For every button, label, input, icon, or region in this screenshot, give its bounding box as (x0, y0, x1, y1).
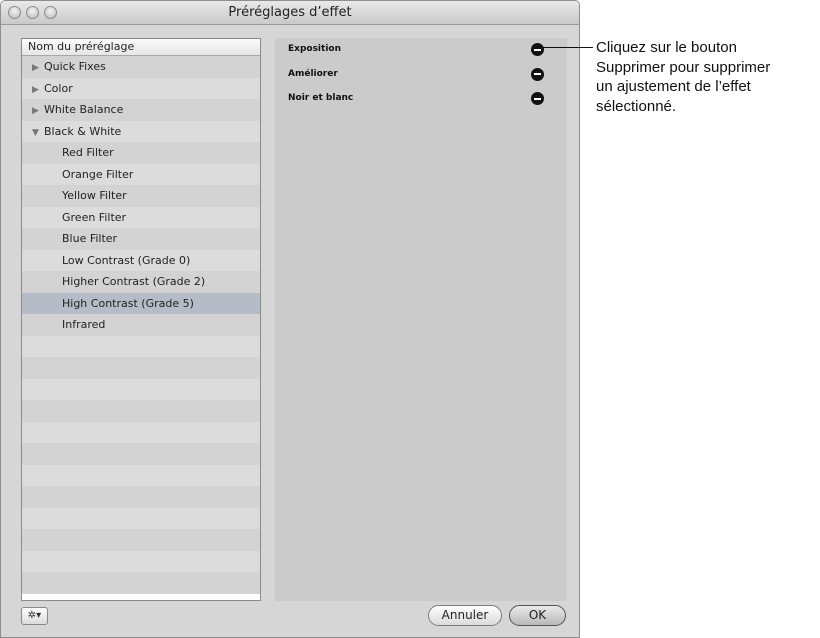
cancel-button[interactable]: Annuler (428, 605, 502, 626)
preset-label: White Balance (44, 103, 124, 116)
preset-label: Yellow Filter (62, 189, 127, 202)
adjustment-row: Exposition (275, 38, 567, 63)
window-title: Préréglages d’effet (228, 5, 352, 20)
empty-row (22, 464, 260, 486)
preset-row[interactable]: Yellow Filter (22, 185, 260, 207)
preset-label: Higher Contrast (Grade 2) (62, 275, 206, 288)
effect-presets-window: Préréglages d’effet Nom du préréglage ▶ Q… (0, 0, 580, 638)
preset-row[interactable]: High Contrast (Grade 5) (22, 292, 260, 314)
preset-label: Black & White (44, 124, 122, 138)
preset-row[interactable]: Infrared (22, 314, 260, 336)
empty-row (22, 378, 260, 400)
callout-line: sélectionné. (596, 97, 677, 115)
adjustments-panel: Exposition Améliorer Noir et blanc (275, 38, 567, 601)
preset-label: Low Contrast (Grade 0) (62, 253, 191, 267)
gear-icon: ✲▾ (27, 610, 42, 621)
empty-row (22, 550, 260, 572)
preset-label: Green Filter (62, 210, 127, 224)
preset-label: Blue Filter (62, 232, 118, 245)
adjustment-row: Améliorer (275, 63, 567, 88)
list-column-header[interactable]: Nom du préréglage (22, 39, 260, 56)
preset-group-row[interactable]: ▶ Quick Fixes (22, 56, 260, 78)
callout-line: Cliquez sur le bouton (596, 39, 737, 56)
adjustment-row: Noir et blanc (275, 87, 567, 112)
adjustment-label: Améliorer (288, 68, 338, 79)
preset-row[interactable]: Red Filter (22, 142, 260, 164)
disclosure-triangle-down-icon[interactable]: ▼ (32, 123, 44, 145)
preset-label: Infrared (62, 318, 106, 331)
callout-line: un ajustement de l’effet (596, 78, 751, 95)
preset-row[interactable]: Low Contrast (Grade 0) (22, 249, 260, 271)
preset-row[interactable]: Orange Filter (22, 163, 260, 185)
preset-label: Quick Fixes (44, 60, 106, 73)
preset-group-row[interactable]: ▶ Color (22, 77, 260, 102)
adjustment-label: Exposition (288, 44, 341, 54)
disclosure-triangle-right-icon[interactable]: ▶ (32, 58, 44, 80)
remove-adjustment-button[interactable] (531, 67, 544, 81)
title-bar: Préréglages d’effet (1, 1, 579, 25)
preset-group-row[interactable]: ▶ White Balance (22, 99, 260, 121)
preset-rows: ▶ Quick Fixes ▶ Color ▶ White Balance ▼ Black &… (22, 56, 260, 594)
empty-row (22, 400, 260, 422)
preset-label: Color (44, 81, 73, 95)
empty-row (22, 529, 260, 551)
action-menu-button[interactable]: ✲▾ (21, 607, 48, 625)
remove-adjustment-button[interactable] (531, 92, 544, 105)
remove-adjustment-button[interactable] (531, 43, 544, 56)
preset-row[interactable]: Higher Contrast (Grade 2) (22, 271, 260, 293)
preset-list: Nom du préréglage ▶ Quick Fixes ▶ Color ▶ Whi… (21, 38, 261, 601)
empty-row (22, 507, 260, 529)
empty-row (22, 443, 260, 465)
disclosure-triangle-right-icon[interactable]: ▶ (32, 80, 44, 102)
empty-row (22, 421, 260, 443)
adjustment-label: Noir et blanc (288, 93, 354, 103)
empty-row (22, 486, 260, 508)
preset-label: Red Filter (62, 146, 114, 159)
callout-leader-line (541, 47, 593, 48)
preset-group-row[interactable]: ▼ Black & White (22, 120, 260, 145)
preset-row[interactable]: Green Filter (22, 206, 260, 228)
preset-row[interactable]: Blue Filter (22, 228, 260, 250)
ok-button[interactable]: OK (509, 605, 566, 626)
empty-row (22, 335, 260, 357)
disclosure-triangle-right-icon[interactable]: ▶ (32, 101, 44, 123)
callout-text: Cliquez sur le bouton Supprimer pour sup… (596, 38, 820, 116)
empty-row (22, 357, 260, 379)
empty-row (22, 572, 260, 594)
preset-label: High Contrast (Grade 5) (62, 296, 194, 310)
preset-label: Orange Filter (62, 167, 134, 181)
callout-line: Supprimer pour supprimer (596, 58, 771, 76)
